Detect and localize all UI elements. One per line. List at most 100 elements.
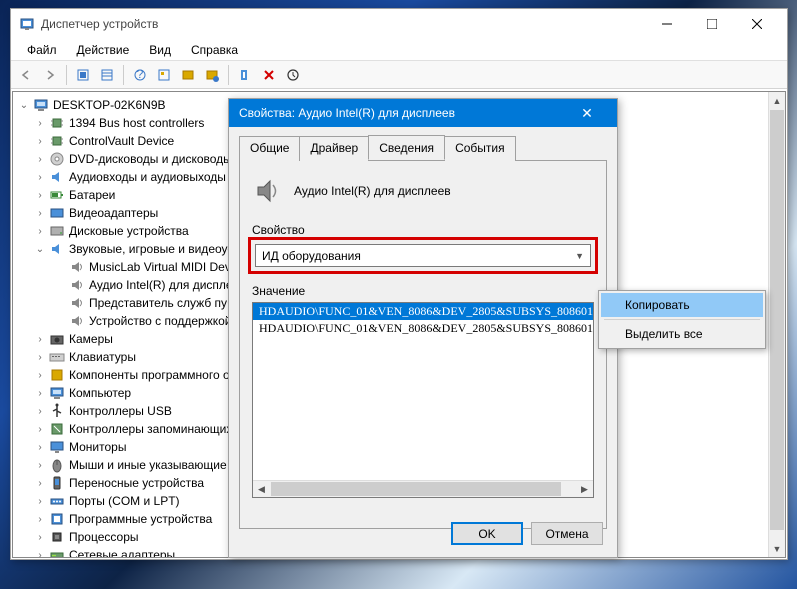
- toolbar-extra1[interactable]: [177, 64, 199, 86]
- cancel-button[interactable]: Отмена: [531, 522, 603, 545]
- expander-icon[interactable]: ⌄: [17, 100, 31, 111]
- expander-icon[interactable]: ›: [33, 442, 47, 453]
- speaker-icon: [69, 277, 85, 293]
- expander-icon[interactable]: ›: [33, 154, 47, 165]
- expander-icon[interactable]: ›: [33, 334, 47, 345]
- software-icon: [49, 511, 65, 527]
- tree-node-label: DESKTOP-02K6N9B: [53, 98, 166, 112]
- view-button[interactable]: [96, 64, 118, 86]
- expander-icon[interactable]: ›: [33, 208, 47, 219]
- context-select-all[interactable]: Выделить все: [601, 322, 763, 346]
- scan-button[interactable]: [234, 64, 256, 86]
- tree-node-label: 1394 Bus host controllers: [69, 116, 204, 130]
- expander-icon[interactable]: ›: [33, 388, 47, 399]
- speaker-icon: [69, 295, 85, 311]
- tree-node-label: Дисковые устройства: [69, 224, 189, 238]
- scroll-down-arrow[interactable]: ▼: [769, 540, 785, 557]
- horizontal-scrollbar[interactable]: ◀ ▶: [253, 480, 593, 497]
- computer-icon: [49, 385, 65, 401]
- network-icon: [49, 547, 65, 558]
- vertical-scrollbar[interactable]: ▲ ▼: [768, 92, 785, 557]
- highlight-box: ИД оборудования ▼: [248, 237, 598, 274]
- scroll-thumb[interactable]: [770, 110, 784, 530]
- mouse-icon: [49, 457, 65, 473]
- tree-node-label: Процессоры: [69, 530, 139, 544]
- menu-file[interactable]: Файл: [17, 40, 67, 60]
- expander-icon[interactable]: ›: [33, 226, 47, 237]
- expander-icon[interactable]: ›: [33, 532, 47, 543]
- tree-node-label: Видеоадаптеры: [69, 206, 158, 220]
- computer-icon: [33, 97, 49, 113]
- expander-icon[interactable]: ›: [33, 406, 47, 417]
- speaker-icon: [69, 259, 85, 275]
- value-label: Значение: [252, 284, 594, 298]
- usb-icon: [49, 403, 65, 419]
- context-copy[interactable]: Копировать: [601, 293, 763, 317]
- value-item[interactable]: HDAUDIO\FUNC_01&VEN_8086&DEV_2805&SUBSYS…: [253, 320, 593, 337]
- dialog-close-button[interactable]: ✕: [567, 99, 607, 127]
- dialog-title: Свойства: Аудио Intel(R) для дисплеев: [239, 106, 567, 120]
- maximize-button[interactable]: [689, 10, 734, 39]
- hscroll-thumb[interactable]: [271, 482, 561, 496]
- tree-node-label: Порты (COM и LPT): [69, 494, 180, 508]
- expander-icon[interactable]: ›: [33, 460, 47, 471]
- svg-text:?: ?: [137, 68, 144, 81]
- cpu-icon: [49, 529, 65, 545]
- properties-button[interactable]: [153, 64, 175, 86]
- expander-icon[interactable]: ›: [33, 514, 47, 525]
- scroll-left-arrow[interactable]: ◀: [253, 481, 270, 497]
- window-title: Диспетчер устройств: [41, 17, 644, 31]
- tab-general[interactable]: Общие: [239, 136, 300, 161]
- tree-node-label: Программные устройства: [69, 512, 212, 526]
- menu-view[interactable]: Вид: [139, 40, 181, 60]
- scroll-up-arrow[interactable]: ▲: [769, 92, 785, 109]
- context-menu: Копировать Выделить все: [598, 290, 766, 349]
- expander-icon[interactable]: ›: [33, 370, 47, 381]
- menubar: Файл Действие Вид Справка: [11, 39, 787, 61]
- expander-icon[interactable]: ›: [33, 550, 47, 559]
- expander-icon[interactable]: ›: [33, 190, 47, 201]
- ok-button[interactable]: OK: [451, 522, 523, 545]
- property-dropdown[interactable]: ИД оборудования ▼: [255, 244, 591, 267]
- expander-icon[interactable]: ⌄: [33, 244, 47, 255]
- back-button[interactable]: [15, 64, 37, 86]
- expander-icon[interactable]: ›: [33, 352, 47, 363]
- property-label: Свойство: [252, 223, 594, 237]
- menu-action[interactable]: Действие: [67, 40, 140, 60]
- keyboard-icon: [49, 349, 65, 365]
- toolbar: ?: [11, 61, 787, 89]
- tree-node-label: Контроллеры USB: [69, 404, 172, 418]
- tree-node-label: Батареи: [69, 188, 115, 202]
- forward-button[interactable]: [39, 64, 61, 86]
- value-item-selected[interactable]: HDAUDIO\FUNC_01&VEN_8086&DEV_2805&SUBSYS…: [253, 303, 593, 320]
- expander-icon[interactable]: ›: [33, 172, 47, 183]
- dialog-titlebar[interactable]: Свойства: Аудио Intel(R) для дисплеев ✕: [229, 99, 617, 127]
- dialog-tabs: Общие Драйвер Сведения События: [239, 135, 607, 161]
- expander-icon[interactable]: ›: [33, 424, 47, 435]
- help-button[interactable]: ?: [129, 64, 151, 86]
- expander-icon[interactable]: ›: [33, 478, 47, 489]
- chip-icon: [49, 133, 65, 149]
- tree-node-label: Камеры: [69, 332, 113, 346]
- tree-node-label: DVD-дисководы и дисководы: [69, 152, 232, 166]
- expander-icon[interactable]: ›: [33, 136, 47, 147]
- properties-dialog: Свойства: Аудио Intel(R) для дисплеев ✕ …: [228, 98, 618, 558]
- show-hidden-button[interactable]: [72, 64, 94, 86]
- tree-node-label: Сетевые адаптеры: [69, 548, 175, 558]
- update-button[interactable]: [282, 64, 304, 86]
- uninstall-button[interactable]: [258, 64, 280, 86]
- tab-details[interactable]: Сведения: [368, 135, 445, 160]
- toolbar-extra2[interactable]: [201, 64, 223, 86]
- titlebar[interactable]: Диспетчер устройств: [11, 9, 787, 39]
- value-listbox[interactable]: HDAUDIO\FUNC_01&VEN_8086&DEV_2805&SUBSYS…: [252, 302, 594, 498]
- expander-icon[interactable]: ›: [33, 118, 47, 129]
- tab-driver[interactable]: Драйвер: [299, 136, 369, 161]
- minimize-button[interactable]: [644, 10, 689, 39]
- speaker-icon: [252, 175, 284, 207]
- component-icon: [49, 367, 65, 383]
- menu-help[interactable]: Справка: [181, 40, 248, 60]
- close-button[interactable]: [734, 10, 779, 39]
- tab-events[interactable]: События: [444, 136, 516, 161]
- scroll-right-arrow[interactable]: ▶: [576, 481, 593, 497]
- expander-icon[interactable]: ›: [33, 496, 47, 507]
